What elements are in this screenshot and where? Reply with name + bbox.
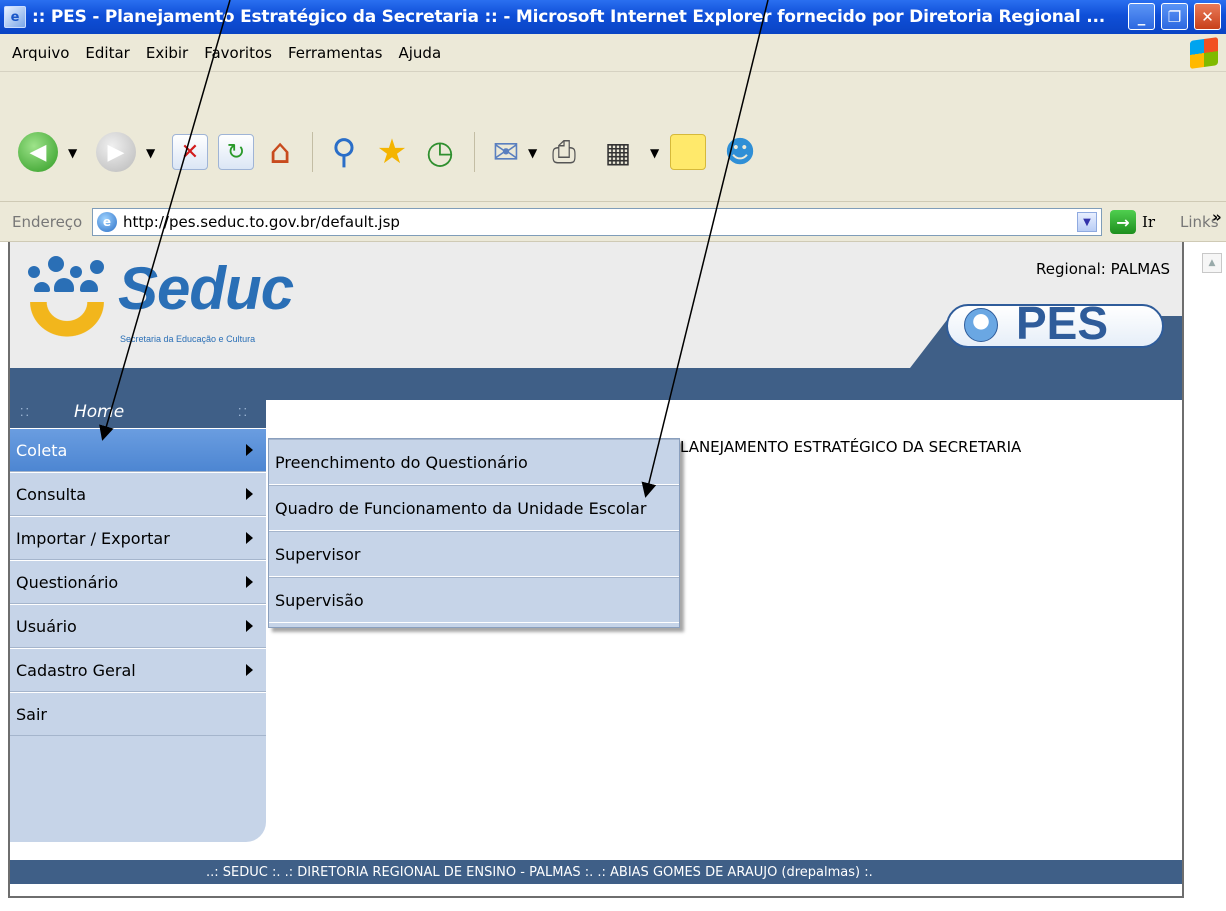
sidebar-item-label: Questionário (16, 572, 119, 592)
messenger-icon[interactable]: ☻ (722, 134, 758, 170)
submenu-arrow-icon (246, 444, 253, 456)
book-icon (20, 302, 114, 346)
history-icon[interactable]: ◷ (422, 133, 458, 171)
sidebar-item-label: Consulta (16, 484, 87, 504)
search-icon[interactable]: ⚲ (326, 132, 362, 172)
page-icon: e (97, 212, 117, 232)
note-icon[interactable] (670, 134, 706, 170)
edit-dropdown-icon[interactable]: ▼ (650, 146, 659, 160)
sidebar-menu: Coleta Consulta Importar / Exportar Ques… (10, 428, 266, 736)
submenu-item-supervisao[interactable]: Supervisão (269, 577, 679, 623)
minimize-button[interactable]: _ (1128, 3, 1155, 30)
logo-tagline: Secretaria da Educação e Cultura (120, 334, 256, 344)
ie-app-icon[interactable]: e (4, 6, 26, 28)
content-top-border (266, 398, 1182, 416)
sidebar-item-label: Coleta (16, 440, 68, 460)
address-url[interactable]: http://pes.seduc.to.gov.br/default.jsp (123, 213, 400, 231)
home-icon[interactable]: ⌂ (262, 132, 298, 172)
sidebar-item-coleta[interactable]: Coleta (10, 428, 266, 472)
forward-icon[interactable]: ▶ (96, 132, 136, 172)
menu-arquivo[interactable]: Arquivo (12, 44, 69, 62)
windows-logo-icon (1190, 37, 1218, 69)
window-titlebar[interactable]: e :: PES - Planejamento Estratégico da S… (0, 0, 1226, 34)
address-dropdown-icon[interactable]: ▼ (1077, 212, 1097, 232)
site-frame: Seduc Secretaria da Educação e Cultura R… (8, 242, 1184, 898)
vertical-scrollbar[interactable] (1196, 242, 1226, 911)
page-title: LANEJAMENTO ESTRATÉGICO DA SECRETARIA (680, 438, 1022, 456)
scroll-up-icon[interactable]: ▲ (1202, 253, 1222, 273)
menu-exibir[interactable]: Exibir (146, 44, 188, 62)
maximize-button[interactable]: ❐ (1161, 3, 1188, 30)
sidebar-item-usuario[interactable]: Usuário (10, 604, 266, 648)
sidebar-item-label: Usuário (16, 616, 77, 636)
refresh-icon[interactable]: ↻ (218, 134, 254, 170)
logo-name[interactable]: Seduc (118, 254, 294, 323)
submenu-item-quadro-funcionamento[interactable]: Quadro de Funcionamento da Unidade Escol… (269, 485, 679, 531)
mail-icon[interactable]: ✉ (488, 133, 524, 171)
regional-label: Regional: PALMAS (1036, 260, 1170, 278)
submenu-item-preenchimento[interactable]: Preenchimento do Questionário (269, 439, 679, 485)
header-band (10, 368, 1182, 398)
menu-ajuda[interactable]: Ajuda (399, 44, 442, 62)
back-icon[interactable]: ◀ (18, 132, 58, 172)
toolbar-separator (312, 132, 313, 172)
browser-menubar: Arquivo Editar Exibir Favoritos Ferramen… (0, 34, 1226, 72)
home-link[interactable]: Home (74, 402, 124, 422)
submenu-arrow-icon (246, 488, 253, 500)
go-arrow-icon[interactable]: → (1110, 210, 1136, 234)
pes-badge-label: PES (1016, 297, 1109, 349)
mail-dropdown-icon[interactable]: ▼ (528, 146, 537, 160)
favorites-icon[interactable]: ★ (374, 132, 410, 172)
address-input[interactable]: e http://pes.seduc.to.gov.br/default.jsp… (92, 208, 1102, 236)
sidebar-item-importar-exportar[interactable]: Importar / Exportar (10, 516, 266, 560)
sidebar: ⁚⁚ Home ⁚⁚ Coleta Consulta Importar / Ex… (10, 398, 266, 842)
back-dropdown-icon[interactable]: ▼ (68, 146, 77, 160)
go-button[interactable]: Ir (1142, 213, 1155, 231)
edit-icon[interactable]: ▦ (600, 134, 636, 170)
links-chevron-icon[interactable]: » (1212, 208, 1222, 226)
close-button[interactable]: ✕ (1194, 3, 1221, 30)
seduc-logo-icon[interactable] (20, 256, 114, 346)
sidebar-item-label: Cadastro Geral (16, 660, 136, 680)
window-title: :: PES - Planejamento Estratégico da Sec… (32, 7, 1106, 27)
submenu-arrow-icon (246, 620, 253, 632)
submenu-item-supervisor[interactable]: Supervisor (269, 531, 679, 577)
stop-icon[interactable]: ✕ (172, 134, 208, 170)
sidebar-item-questionario[interactable]: Questionário (10, 560, 266, 604)
print-icon[interactable]: ⎙ (546, 134, 582, 170)
sidebar-item-cadastro-geral[interactable]: Cadastro Geral (10, 648, 266, 692)
sidebar-item-sair[interactable]: Sair (10, 692, 266, 736)
submenu-arrow-icon (246, 664, 253, 676)
browser-toolbar: ◀ ▼ ▶ ▼ ✕ ↻ ⌂ ⚲ ★ ◷ ✉ ▼ ⎙ ▦ ▼ ☻ (0, 72, 1226, 202)
site-header: Seduc Secretaria da Educação e Cultura R… (10, 242, 1182, 368)
submenu-arrow-icon (246, 576, 253, 588)
address-label: Endereço (12, 213, 83, 231)
sidebar-item-label: Sair (16, 704, 47, 724)
forward-dropdown-icon[interactable]: ▼ (146, 146, 155, 160)
toolbar-separator (474, 132, 475, 172)
coleta-submenu: Preenchimento do Questionário Quadro de … (268, 438, 680, 628)
pes-mascot-icon (964, 308, 998, 342)
site-footer: ..: SEDUC :. .: DIRETORIA REGIONAL DE EN… (10, 860, 1182, 884)
dots-icon: ⁚⁚ (238, 406, 249, 419)
menu-ferramentas[interactable]: Ferramentas (288, 44, 383, 62)
home-bar[interactable]: ⁚⁚ Home ⁚⁚ (10, 398, 266, 428)
submenu-arrow-icon (246, 532, 253, 544)
sidebar-item-consulta[interactable]: Consulta (10, 472, 266, 516)
address-bar: Endereço e http://pes.seduc.to.gov.br/de… (0, 202, 1226, 242)
sidebar-item-label: Importar / Exportar (16, 528, 170, 548)
menu-editar[interactable]: Editar (85, 44, 129, 62)
dots-icon: ⁚⁚ (20, 406, 31, 419)
menu-favoritos[interactable]: Favoritos (204, 44, 272, 62)
